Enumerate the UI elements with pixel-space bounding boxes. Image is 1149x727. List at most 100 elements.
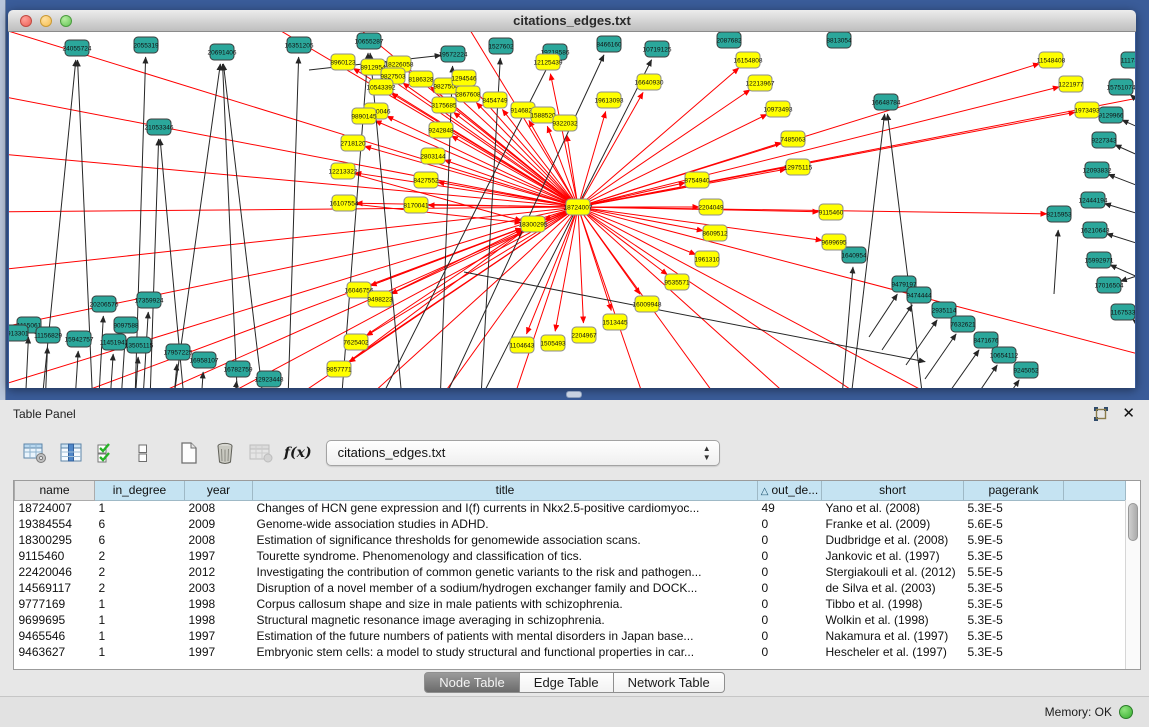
graph-edge[interactable] xyxy=(1122,120,1135,132)
table-row[interactable]: 1456911722003Disruption of a novel membe… xyxy=(15,580,1126,596)
table-row[interactable]: 969969511998Structural magnetic resonanc… xyxy=(15,612,1126,628)
graph-edge[interactable] xyxy=(73,351,78,388)
graph-edge[interactable] xyxy=(169,64,220,388)
table-panel-header: Table Panel ✕ xyxy=(0,400,1149,427)
delete-table-icon[interactable] xyxy=(210,438,240,468)
graph-edge[interactable] xyxy=(906,320,937,365)
table-row[interactable]: 911546021997Tourette syndrome. Phenomeno… xyxy=(15,548,1126,564)
table-mode-icon[interactable] xyxy=(20,438,50,468)
float-panel-icon[interactable] xyxy=(1093,406,1109,422)
splitter-handle[interactable] xyxy=(566,391,582,398)
graph-edge[interactable] xyxy=(387,116,578,207)
graph-edge[interactable] xyxy=(869,294,897,337)
graph-edge[interactable] xyxy=(1120,272,1135,281)
table-row[interactable]: 977716911998Corpus callosum shape and si… xyxy=(15,596,1126,612)
graph-edge[interactable] xyxy=(451,136,578,207)
table-row[interactable]: 946362711997Embryonic stem cells: a mode… xyxy=(15,644,1126,660)
table-scrollbar[interactable] xyxy=(1125,500,1140,669)
graph-edge[interactable] xyxy=(578,207,1135,362)
table-row[interactable]: 946554611997Estimation of the future num… xyxy=(15,628,1126,644)
graph-edge[interactable] xyxy=(1106,234,1135,247)
table-selector[interactable]: citations_edges.txt ▲▼ xyxy=(326,440,720,466)
memory-ok-indicator[interactable] xyxy=(1119,705,1133,719)
column-header-title[interactable]: title xyxy=(253,481,758,500)
node-table-body: 1872400712008Changes of HCN gene express… xyxy=(15,500,1126,660)
graph-node-label: 1961310 xyxy=(694,256,720,263)
table-row[interactable]: 1872400712008Changes of HCN gene express… xyxy=(15,500,1126,516)
graph-edge[interactable] xyxy=(108,354,113,388)
scrollbar-thumb[interactable] xyxy=(1128,503,1138,541)
select-rows-icon[interactable] xyxy=(92,438,122,468)
graph-node-label: 1527602 xyxy=(488,43,514,50)
graph-node-label: 9857771 xyxy=(326,366,352,373)
graph-edge[interactable] xyxy=(555,207,578,331)
graph-node-label: 17016504 xyxy=(1095,282,1124,289)
graph-edge[interactable] xyxy=(839,267,853,388)
column-header-name[interactable]: name xyxy=(15,481,95,500)
show-columns-icon[interactable] xyxy=(56,438,86,468)
table-row[interactable]: 1830029562008Estimation of significance … xyxy=(15,532,1126,548)
graph-edge[interactable] xyxy=(887,114,927,388)
graph-node-label: 8427552 xyxy=(413,177,439,184)
table-row[interactable]: 1938455462009Genome-wide association stu… xyxy=(15,516,1126,532)
graph-edge[interactable] xyxy=(1104,203,1135,217)
graph-edge[interactable] xyxy=(578,112,1075,207)
graph-edge[interactable] xyxy=(439,66,453,388)
graph-edge[interactable] xyxy=(1108,174,1135,190)
column-header-year[interactable]: year xyxy=(185,481,253,500)
column-header-pagerank[interactable]: pagerank xyxy=(964,481,1064,500)
graph-edge[interactable] xyxy=(229,207,578,388)
graph-edge[interactable] xyxy=(1130,95,1135,110)
graph-edge[interactable] xyxy=(391,207,578,294)
graph-edge[interactable] xyxy=(24,337,28,388)
network-window-titlebar[interactable]: citations_edges.txt xyxy=(8,10,1136,32)
graph-edge[interactable] xyxy=(356,231,523,342)
column-header-out-degree[interactable]: △out_de... xyxy=(758,481,822,500)
graph-edge[interactable] xyxy=(578,207,1047,214)
graph-node-label: 16154808 xyxy=(734,57,763,64)
citation-network-canvas[interactable]: 2405572420553192069140616351205106552871… xyxy=(9,32,1135,388)
graph-node-label: 2803144 xyxy=(420,153,446,160)
table-row[interactable]: 2242004622012Investigating the contribut… xyxy=(15,564,1126,580)
graph-edge[interactable] xyxy=(1133,319,1135,332)
graph-edge[interactable] xyxy=(578,87,1059,207)
function-builder-icon[interactable]: f(x) xyxy=(284,445,312,461)
tab-edge-table[interactable]: Edge Table xyxy=(520,672,614,693)
graph-node-label: 1221977 xyxy=(1058,81,1084,88)
graph-edge[interactable] xyxy=(1054,230,1058,294)
graph-node-label: 16210643 xyxy=(1081,227,1110,234)
graph-edge[interactable] xyxy=(49,207,578,388)
graph-edge[interactable] xyxy=(989,380,1019,388)
graph-node-label: 2204967 xyxy=(571,332,597,339)
graph-edge[interactable] xyxy=(948,350,979,388)
graph-edge[interactable] xyxy=(882,305,912,350)
graph-node-label: 1505493 xyxy=(540,340,566,347)
graph-edge[interactable] xyxy=(231,381,237,388)
graph-node-label: 19572224 xyxy=(439,51,468,58)
graph-edge[interactable] xyxy=(578,207,583,323)
table-tabs: Node Table Edge Table Network Table xyxy=(0,669,1149,696)
graph-edge[interactable] xyxy=(578,114,767,207)
network-view[interactable]: 2405572420553192069140616351205106552871… xyxy=(9,32,1135,388)
graph-edge[interactable] xyxy=(375,121,578,207)
graph-edge[interactable] xyxy=(287,57,299,388)
graph-edge[interactable] xyxy=(1115,145,1135,160)
table-header-row: name in_degree year title △out_de... sho… xyxy=(15,481,1126,500)
graph-edge[interactable] xyxy=(97,316,103,388)
tab-network-table[interactable]: Network Table xyxy=(614,672,725,693)
column-header-in-degree[interactable]: in_degree xyxy=(95,481,185,500)
graph-node-label: 17957225 xyxy=(164,349,193,356)
graph-edge[interactable] xyxy=(925,334,956,379)
new-table-icon[interactable] xyxy=(174,438,204,468)
close-panel-icon[interactable]: ✕ xyxy=(1122,404,1135,422)
tab-node-table[interactable]: Node Table xyxy=(424,672,520,693)
graph-edge[interactable] xyxy=(380,229,522,299)
graph-edge[interactable] xyxy=(967,365,997,388)
network-window[interactable]: citations_edges.txt 24055724205531920691… xyxy=(8,10,1136,388)
graph-edge[interactable] xyxy=(578,207,703,231)
graph-node-label: 9535571 xyxy=(664,279,690,286)
column-header-short[interactable]: short xyxy=(822,481,964,500)
graph-edge[interactable] xyxy=(578,207,640,294)
clear-selection-icon[interactable] xyxy=(128,438,158,468)
graph-node-label: 16648784 xyxy=(872,99,901,106)
